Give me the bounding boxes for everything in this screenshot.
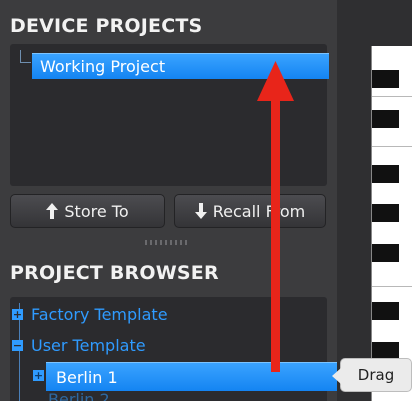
drag-direction-arrow-icon [257, 61, 294, 372]
